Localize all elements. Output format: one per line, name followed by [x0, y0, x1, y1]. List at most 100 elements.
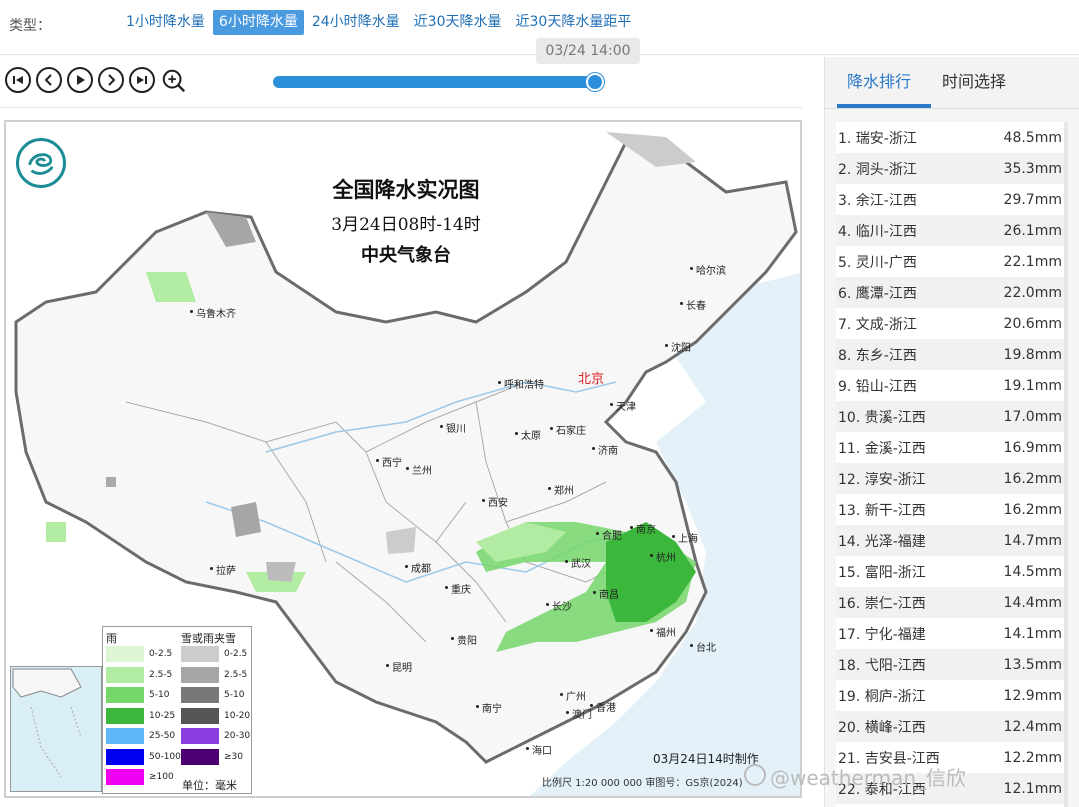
- type-tab-0[interactable]: 1小时降水量: [120, 10, 211, 35]
- tab-time-select[interactable]: 时间选择: [942, 68, 1006, 92]
- ranking-row[interactable]: 5. 灵川-广西 22.1mm: [836, 246, 1068, 277]
- ranking-row[interactable]: 2. 洞头-浙江 35.3mm: [836, 153, 1068, 184]
- type-tab-2[interactable]: 24小时降水量: [306, 10, 406, 35]
- precip-value: 20.6mm: [1003, 315, 1062, 332]
- precip-value: 14.5mm: [1003, 563, 1062, 580]
- type-label: 类型：: [9, 18, 51, 34]
- legend-label: 10-25: [149, 710, 176, 721]
- precip-value: 19.8mm: [1003, 346, 1062, 363]
- legend-label: 10-20: [224, 710, 251, 721]
- ranking-row[interactable]: 3. 余江-江西 29.7mm: [836, 184, 1068, 215]
- precip-value: 26.1mm: [1003, 222, 1062, 239]
- legend-swatch: [106, 707, 144, 724]
- precip-value: 22.1mm: [1003, 253, 1062, 270]
- ranking-row[interactable]: 8. 东乡-江西 19.8mm: [836, 339, 1068, 370]
- station-name: 6. 鹰潭-江西: [838, 285, 917, 302]
- legend-row: 0-2.5: [106, 646, 172, 662]
- precip-value: 16.2mm: [1003, 501, 1062, 518]
- city-label: 贵阳: [451, 632, 477, 647]
- city-label: 沈阳: [665, 339, 691, 354]
- city-label: 香港: [590, 699, 616, 714]
- city-label: 上海: [672, 530, 698, 545]
- ranking-row[interactable]: 6. 鹰潭-江西 22.0mm: [836, 277, 1068, 308]
- zoom-in-icon: [162, 69, 186, 93]
- station-name: 7. 文成-浙江: [838, 316, 917, 333]
- play-icon: [77, 75, 85, 85]
- map-title-text: 全国降水实况图: [332, 177, 480, 202]
- slider-thumb[interactable]: [586, 73, 604, 91]
- ranking-row[interactable]: 13. 新干-江西 16.2mm: [836, 494, 1068, 525]
- city-label: 合肥: [596, 527, 622, 542]
- city-label: 天津: [610, 398, 636, 413]
- ranking-row[interactable]: 14. 光泽-福建 14.7mm: [836, 525, 1068, 556]
- precip-value: 13.5mm: [1003, 656, 1062, 673]
- precip-value: 12.4mm: [1003, 718, 1062, 735]
- legend-label: 5-10: [224, 690, 245, 700]
- city-label: 台北: [690, 639, 716, 654]
- legend-row: 50-100: [106, 748, 181, 765]
- legend-row: 25-50: [106, 728, 175, 744]
- city-label: 海口: [526, 742, 552, 757]
- ranking-row[interactable]: 12. 淳安-浙江 16.2mm: [836, 463, 1068, 494]
- type-tab-1[interactable]: 6小时降水量: [212, 10, 304, 35]
- station-name: 17. 宁化-福建: [838, 626, 926, 643]
- ranking-row[interactable]: 7. 文成-浙江 20.6mm: [836, 308, 1068, 339]
- precip-value: 22.0mm: [1003, 284, 1062, 301]
- city-label: 太原: [515, 427, 541, 442]
- legend-swatch: [106, 687, 144, 703]
- city-label: 南宁: [476, 700, 502, 715]
- ranking-row[interactable]: 20. 横峰-江西 12.4mm: [836, 711, 1068, 742]
- legend-swatch: [181, 666, 219, 683]
- city-label: 拉萨: [210, 562, 236, 577]
- ranking-rows: 1. 瑞安-浙江 48.5mm 2. 洞头-浙江 35.3mm 3. 余江-江西 29.7…: [836, 122, 1068, 804]
- ranking-list[interactable]: 1. 瑞安-浙江 48.5mm 2. 洞头-浙江 35.3mm 3. 余江-江西 29.7…: [836, 122, 1068, 807]
- legend-swatch: [181, 728, 219, 744]
- slider-fill: [273, 76, 595, 88]
- ranking-row[interactable]: 11. 金溪-江西 16.9mm: [836, 432, 1068, 463]
- precip-value: 14.7mm: [1003, 532, 1062, 549]
- station-name: 2. 洞头-浙江: [838, 161, 917, 178]
- station-name: 15. 富阳-浙江: [838, 564, 926, 581]
- ranking-row[interactable]: 9. 铅山-江西 19.1mm: [836, 370, 1068, 401]
- ranking-row[interactable]: 1. 瑞安-浙江 48.5mm: [836, 122, 1068, 153]
- ranking-row[interactable]: 15. 富阳-浙江 14.5mm: [836, 556, 1068, 587]
- legend-label: 0-2.5: [224, 649, 248, 659]
- ranking-row[interactable]: 19. 桐庐-浙江 12.9mm: [836, 680, 1068, 711]
- tab-ranking[interactable]: 降水排行: [847, 68, 911, 92]
- play-button[interactable]: [67, 67, 93, 93]
- zoom-button[interactable]: [160, 67, 188, 95]
- legend-row: 5-10: [106, 687, 169, 703]
- active-tab-underline: [837, 104, 931, 108]
- legend-row: 20-30: [181, 728, 250, 744]
- precipitation-map[interactable]: 全国降水实况图 3月24日08时-14时 中央气象台 哈尔滨 长春 沈阳 乌鲁木齐 呼和…: [4, 120, 802, 798]
- ranking-row[interactable]: 18. 弋阳-江西 13.5mm: [836, 649, 1068, 680]
- ranking-row[interactable]: 4. 临川-江西 26.1mm: [836, 215, 1068, 246]
- city-label: 长春: [680, 297, 706, 312]
- panel-tabs: 降水排行 时间选择: [825, 57, 1079, 109]
- made-at: 03月24日14时制作: [653, 752, 759, 766]
- last-frame-button[interactable]: [129, 67, 155, 93]
- station-name: 3. 余江-江西: [838, 192, 917, 209]
- prev-frame-button[interactable]: [36, 67, 62, 93]
- time-slider[interactable]: [273, 73, 604, 91]
- type-tab-3[interactable]: 近30天降水量: [408, 10, 508, 35]
- ranking-row[interactable]: 10. 贵溪-江西 17.0mm: [836, 401, 1068, 432]
- station-name: 1. 瑞安-浙江: [838, 130, 917, 147]
- prev-icon: [44, 74, 52, 86]
- precip-value: 12.2mm: [1003, 749, 1062, 766]
- city-label: 广州: [560, 688, 586, 703]
- legend-label: 0-2.5: [149, 649, 173, 659]
- inset-map: [12, 668, 82, 778]
- first-icon: [13, 76, 23, 84]
- first-frame-button[interactable]: [5, 67, 31, 93]
- type-tab-4[interactable]: 近30天降水量距平: [510, 10, 638, 35]
- ranking-row[interactable]: 17. 宁化-福建 14.1mm: [836, 618, 1068, 649]
- station-name: 8. 东乡-江西: [838, 347, 917, 364]
- next-frame-button[interactable]: [98, 67, 124, 93]
- legend-swatch: [106, 646, 144, 662]
- legend-swatch: [106, 748, 144, 765]
- city-label: 福州: [650, 624, 676, 639]
- station-name: 14. 光泽-福建: [838, 533, 926, 550]
- ranking-scrollbar[interactable]: [1064, 122, 1068, 807]
- ranking-row[interactable]: 16. 崇仁-江西 14.4mm: [836, 587, 1068, 618]
